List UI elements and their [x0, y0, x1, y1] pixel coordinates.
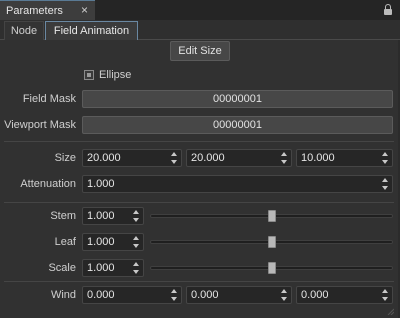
stem-value: 1.000 — [87, 210, 115, 222]
resize-grip-icon[interactable] — [386, 307, 394, 315]
viewport-mask-value: 00000001 — [213, 119, 262, 131]
wind-z-value: 0.000 — [301, 289, 329, 301]
ellipse-label: Ellipse — [99, 69, 132, 81]
size-label: Size — [54, 152, 76, 164]
wind-x-spinbox[interactable]: 0.000 — [82, 286, 182, 304]
window-title: Parameters — [6, 4, 63, 17]
window-titlebar: Parameters × — [0, 0, 400, 20]
field-animation-panel: Edit Size Ellipse Field Mask 00000001 Vi… — [0, 40, 398, 318]
edit-size-label: Edit Size — [178, 45, 222, 57]
size-y-value: 20.000 — [191, 152, 225, 164]
viewport-mask-label: Viewport Mask — [4, 119, 76, 131]
size-z-spinbox[interactable]: 10.000 — [296, 149, 393, 167]
field-mask-value: 00000001 — [213, 93, 262, 105]
leaf-spinbox[interactable]: 1.000 — [82, 233, 144, 251]
wind-y-spinbox[interactable]: 0.000 — [186, 286, 292, 304]
tab-node[interactable]: Node — [4, 21, 44, 40]
separator — [4, 202, 394, 203]
edit-size-button[interactable]: Edit Size — [170, 41, 230, 61]
stem-slider-handle[interactable] — [267, 210, 276, 222]
wind-label: Wind — [50, 289, 76, 301]
stem-spinbox[interactable]: 1.000 — [82, 207, 144, 225]
scale-slider-handle[interactable] — [267, 262, 276, 274]
separator — [4, 141, 394, 142]
spin-arrows-icon[interactable] — [133, 210, 140, 222]
close-icon[interactable]: × — [81, 3, 88, 17]
size-x-spinbox[interactable]: 20.000 — [82, 149, 182, 167]
leaf-slider-handle[interactable] — [267, 236, 276, 248]
spin-arrows-icon[interactable] — [133, 236, 140, 248]
separator — [4, 281, 394, 282]
wind-y-value: 0.000 — [191, 289, 219, 301]
spin-arrows-icon[interactable] — [171, 289, 178, 301]
spin-arrows-icon[interactable] — [281, 152, 288, 164]
viewport-mask-button[interactable]: 00000001 — [82, 116, 393, 134]
scale-value: 1.000 — [87, 262, 115, 274]
size-x-value: 20.000 — [87, 152, 121, 164]
spin-arrows-icon[interactable] — [382, 289, 389, 301]
scale-label: Scale — [48, 262, 76, 274]
wind-z-spinbox[interactable]: 0.000 — [296, 286, 393, 304]
leaf-value: 1.000 — [87, 236, 115, 248]
spin-arrows-icon[interactable] — [133, 262, 140, 274]
field-mask-label: Field Mask — [22, 93, 76, 105]
size-y-spinbox[interactable]: 20.000 — [186, 149, 292, 167]
leaf-label: Leaf — [54, 236, 76, 248]
spin-arrows-icon[interactable] — [382, 178, 389, 190]
spin-arrows-icon[interactable] — [171, 152, 178, 164]
spin-arrows-icon[interactable] — [382, 152, 389, 164]
tab-node-label: Node — [10, 25, 38, 37]
wind-x-value: 0.000 — [87, 289, 115, 301]
lock-icon[interactable] — [384, 4, 392, 15]
scale-spinbox[interactable]: 1.000 — [82, 259, 144, 277]
ellipse-checkbox[interactable] — [84, 70, 94, 80]
attenuation-value: 1.000 — [87, 178, 115, 190]
size-z-value: 10.000 — [301, 152, 335, 164]
field-mask-button[interactable]: 00000001 — [82, 90, 393, 108]
tab-bar: Node Field Animation — [0, 20, 400, 40]
attenuation-label: Attenuation — [20, 178, 76, 190]
tab-field-animation-label: Field Animation — [53, 25, 130, 37]
parameters-window-tab[interactable]: Parameters × — [0, 0, 95, 20]
stem-label: Stem — [50, 210, 76, 222]
attenuation-spinbox[interactable]: 1.000 — [82, 175, 393, 193]
spin-arrows-icon[interactable] — [281, 289, 288, 301]
tab-field-animation[interactable]: Field Animation — [45, 21, 138, 40]
